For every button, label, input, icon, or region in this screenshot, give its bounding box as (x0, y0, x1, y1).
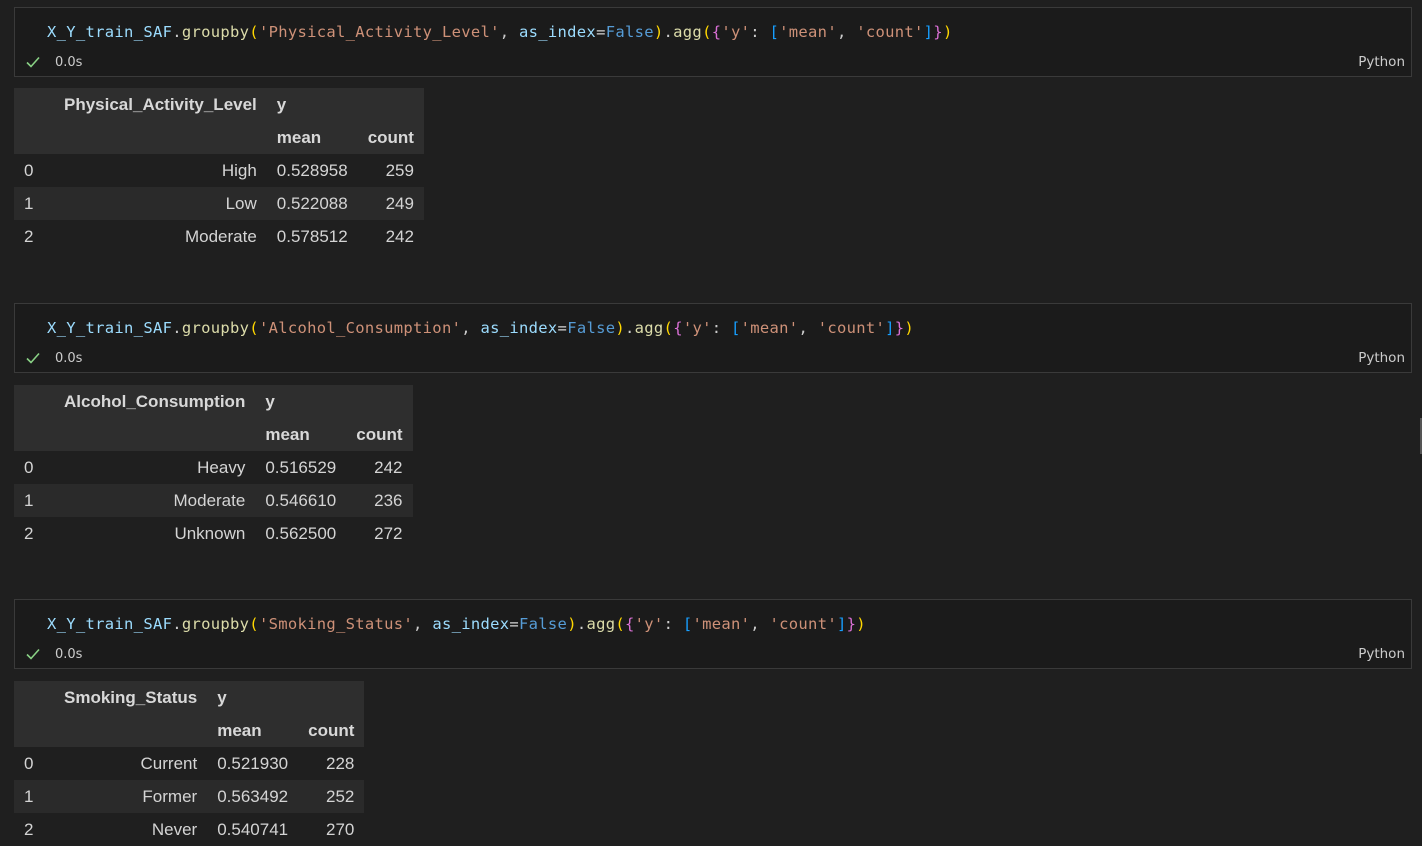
row-mean: 0.546610 (265, 490, 337, 510)
row-mean: 0.563492 (217, 786, 289, 806)
check-icon (26, 648, 40, 660)
dataframe-output-1: Physical_Activity_Level y mean count 0 H… (14, 88, 424, 253)
row-count: 270 (326, 819, 355, 839)
code-editor-2[interactable]: X_Y_train_SAF.groupby('Alcohol_Consumpti… (14, 303, 1412, 373)
column-header-group: Smoking_Status (64, 687, 198, 707)
row-count: 272 (374, 523, 403, 543)
row-index: 0 (24, 457, 34, 477)
table-row: 1 Low 0.522088 249 (14, 187, 424, 220)
row-count: 252 (326, 786, 355, 806)
execution-time: 0.0s (55, 54, 83, 70)
subheader-mean: mean (265, 424, 310, 444)
column-header-group: Alcohol_Consumption (64, 391, 246, 411)
row-mean: 0.521930 (217, 753, 289, 773)
kernel-language[interactable]: Python (1358, 646, 1405, 662)
row-category: Former (142, 786, 198, 806)
row-mean: 0.540741 (217, 819, 289, 839)
row-index: 2 (24, 523, 34, 543)
row-mean: 0.528958 (276, 160, 348, 180)
code-editor-3[interactable]: X_Y_train_SAF.groupby('Smoking_Status', … (14, 599, 1412, 669)
dataframe-output-2: Alcohol_Consumption y mean count 0 Heavy… (14, 385, 413, 550)
row-category: Current (140, 753, 198, 773)
row-count: 228 (326, 753, 355, 773)
row-mean: 0.522088 (276, 193, 348, 213)
row-mean: 0.578512 (276, 226, 348, 246)
row-count: 242 (374, 457, 403, 477)
row-category: High (221, 160, 257, 180)
row-index: 1 (24, 490, 34, 510)
subheader-count: count (356, 424, 403, 444)
row-mean: 0.516529 (265, 457, 337, 477)
column-header-group: Physical_Activity_Level (64, 94, 257, 114)
row-index: 1 (24, 193, 34, 213)
column-header-y: y (265, 391, 275, 411)
check-icon (26, 352, 40, 364)
kernel-language[interactable]: Python (1358, 54, 1405, 70)
table-row: 0 Heavy 0.516529 242 (14, 451, 413, 484)
row-index: 1 (24, 786, 34, 806)
row-category: Low (225, 193, 257, 213)
row-category: Moderate (184, 226, 257, 246)
row-count: 249 (385, 193, 414, 213)
row-category: Moderate (173, 490, 246, 510)
row-count: 236 (374, 490, 403, 510)
row-category: Unknown (174, 523, 246, 543)
code-line[interactable]: X_Y_train_SAF.groupby('Physical_Activity… (47, 22, 953, 42)
code-line[interactable]: X_Y_train_SAF.groupby('Smoking_Status', … (47, 614, 866, 634)
table-row: 2 Never 0.540741 270 (14, 813, 365, 846)
table-row: 0 Current 0.521930 228 (14, 747, 365, 780)
row-category: Never (151, 819, 198, 839)
table-row: 1 Former 0.563492 252 (14, 780, 365, 813)
row-mean: 0.562500 (265, 523, 337, 543)
code-line[interactable]: X_Y_train_SAF.groupby('Alcohol_Consumpti… (47, 318, 914, 338)
subheader-count: count (308, 720, 355, 740)
code-editor-1[interactable]: X_Y_train_SAF.groupby('Physical_Activity… (14, 7, 1412, 77)
execution-status: 0.0s (25, 646, 82, 662)
row-category: Heavy (197, 457, 246, 477)
execution-status: 0.0s (25, 54, 82, 70)
row-index: 0 (24, 753, 34, 773)
table-row: 2 Unknown 0.562500 272 (14, 517, 413, 550)
table-row: 1 Moderate 0.546610 236 (14, 484, 413, 517)
table-row: 0 High 0.528958 259 (14, 154, 424, 187)
subheader-mean: mean (276, 127, 322, 147)
column-header-y: y (217, 687, 227, 707)
execution-time: 0.0s (55, 646, 83, 662)
row-index: 2 (24, 226, 34, 246)
subheader-mean: mean (217, 720, 262, 740)
execution-status: 0.0s (25, 350, 82, 366)
table-row: 2 Moderate 0.578512 242 (14, 220, 424, 253)
column-header-y: y (276, 94, 287, 114)
check-icon (26, 56, 40, 68)
kernel-language[interactable]: Python (1358, 350, 1405, 366)
row-count: 242 (385, 226, 414, 246)
row-count: 259 (385, 160, 414, 180)
row-index: 0 (24, 160, 34, 180)
subheader-count: count (367, 127, 414, 147)
row-index: 2 (24, 819, 34, 839)
execution-time: 0.0s (55, 350, 83, 366)
dataframe-output-3: Smoking_Status y mean count 0 Current 0.… (14, 681, 365, 846)
